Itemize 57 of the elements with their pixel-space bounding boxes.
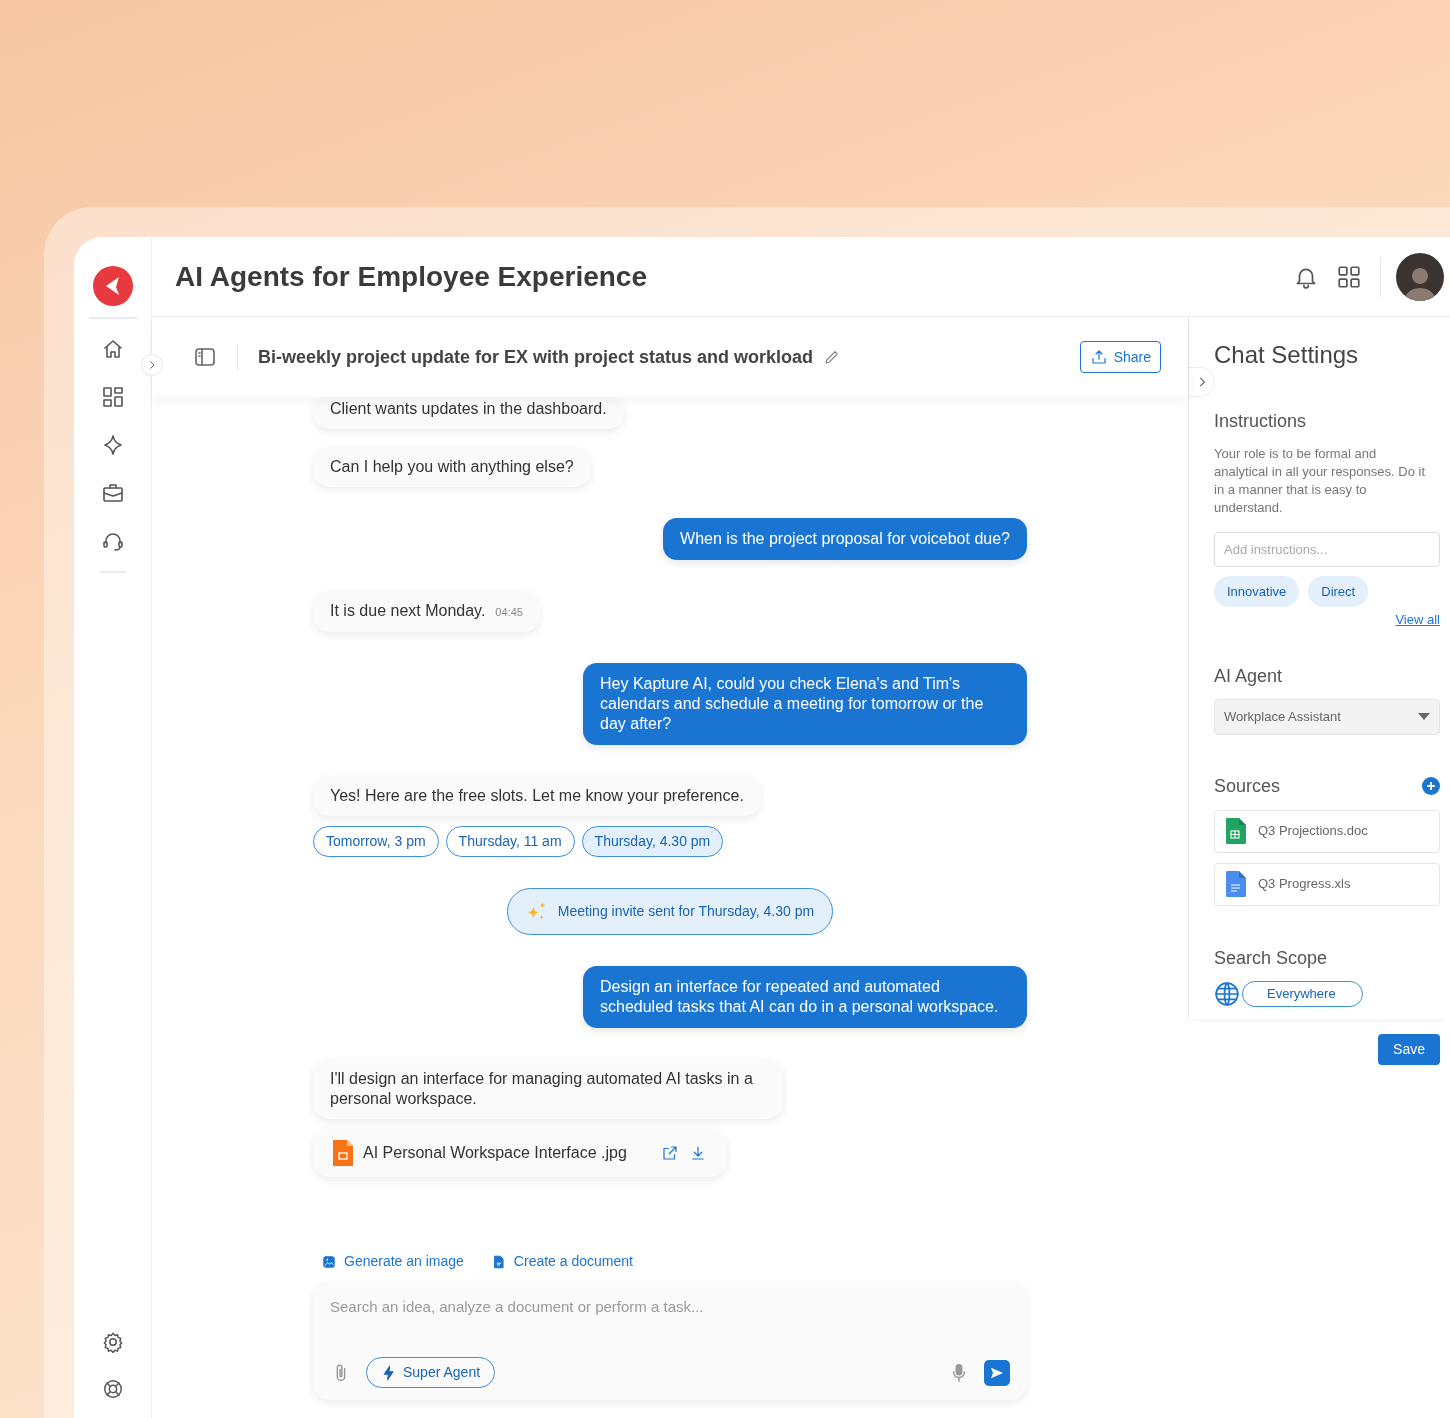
add-source-button[interactable] <box>1422 777 1440 795</box>
open-external-icon[interactable] <box>661 1144 679 1162</box>
bot-message: Yes! Here are the free slots. Let me know your preference. <box>313 776 761 816</box>
bot-message: Can I help you with anything else? <box>313 447 591 487</box>
settings-icon[interactable] <box>101 1331 124 1353</box>
document-file-icon <box>1226 871 1246 897</box>
agent-dropdown[interactable]: Workplace Assistant <box>1214 698 1440 735</box>
bot-message: I'll design an interface for managing automated AI tasks in a personal workspace. <box>313 1059 783 1119</box>
image-file-icon <box>333 1140 353 1166</box>
message-input[interactable]: Search an idea, analyze a document or perform a task... <box>330 1296 1010 1319</box>
briefcase-icon[interactable] <box>100 481 125 505</box>
tone-tag[interactable]: Innovative <box>1214 576 1300 607</box>
grid-icon[interactable] <box>1336 263 1362 290</box>
source-item[interactable]: Q3 Projections.doc <box>1214 809 1440 853</box>
avatar[interactable] <box>1396 252 1444 301</box>
download-icon[interactable] <box>689 1144 707 1162</box>
document-icon <box>491 1254 506 1269</box>
share-button[interactable]: Share <box>1079 341 1161 373</box>
notice-text: Meeting invite sent for Thursday, 4.30 pm <box>557 902 815 921</box>
chat-title: Bi-weekly project update for EX with project status and workload <box>258 345 814 369</box>
image-icon <box>322 1254 336 1269</box>
sidebar-toggle-icon[interactable] <box>193 345 217 369</box>
time-slot-chip[interactable]: Thursday, 4.30 pm <box>581 826 724 857</box>
section-heading: Sources <box>1214 774 1282 798</box>
lightning-icon <box>381 1364 397 1381</box>
logo-icon <box>92 266 133 306</box>
bot-message: Client wants updates in the dashboard. <box>313 397 624 429</box>
source-item[interactable]: Q3 Progress.xls <box>1214 862 1440 906</box>
section-heading: AI Agent <box>1214 664 1284 688</box>
save-button[interactable]: Save <box>1378 1034 1440 1065</box>
tone-tag[interactable]: Direct <box>1308 576 1369 607</box>
view-all-link[interactable]: View all <box>1395 610 1440 630</box>
sparkle-icon <box>525 900 548 923</box>
instructions-text: Your role is to be formal and analytical in all your responses. Do it in a manner that is easy to understand. <box>1214 445 1426 517</box>
file-name: AI Personal Workspace Interface .jpg <box>363 1143 628 1163</box>
instructions-input[interactable]: Add instructions... <box>1214 532 1440 567</box>
grid-icon[interactable] <box>100 385 125 409</box>
upload-icon <box>1089 348 1108 366</box>
section-heading: Search Scope <box>1214 946 1329 970</box>
spreadsheet-file-icon <box>1226 818 1246 844</box>
quick-action-link[interactable]: Generate an image <box>322 1251 464 1272</box>
panel-title: Chat Settings <box>1214 340 1360 370</box>
quick-action-link[interactable]: Create a document <box>491 1251 633 1272</box>
message-text: It is due next Monday. <box>330 601 486 621</box>
help-icon[interactable] <box>101 1378 124 1400</box>
caret-icon <box>1418 712 1430 721</box>
time-slot-chip[interactable]: Tomorrow, 3 pm <box>313 826 439 857</box>
time-slot-chip[interactable]: Thursday, 11 am <box>445 826 575 857</box>
message-time: 04:45 <box>495 605 523 620</box>
page-title: AI Agents for Employee Experience <box>175 259 648 294</box>
user-message: Design an interface for repeated and automated scheduled tasks that AI can do in a personal workspace. <box>583 966 1027 1028</box>
plus-icon <box>1426 781 1436 791</box>
user-message: When is the project proposal for voicebot due? <box>663 518 1027 560</box>
send-button[interactable] <box>984 1359 1010 1386</box>
section-heading: Instructions <box>1214 410 1308 433</box>
user-message: Hey Kapture AI, could you check Elena's and Tim's calendars and schedule a meeting for tomorrow or the day after? <box>583 663 1027 745</box>
globe-icon <box>1214 980 1240 1007</box>
